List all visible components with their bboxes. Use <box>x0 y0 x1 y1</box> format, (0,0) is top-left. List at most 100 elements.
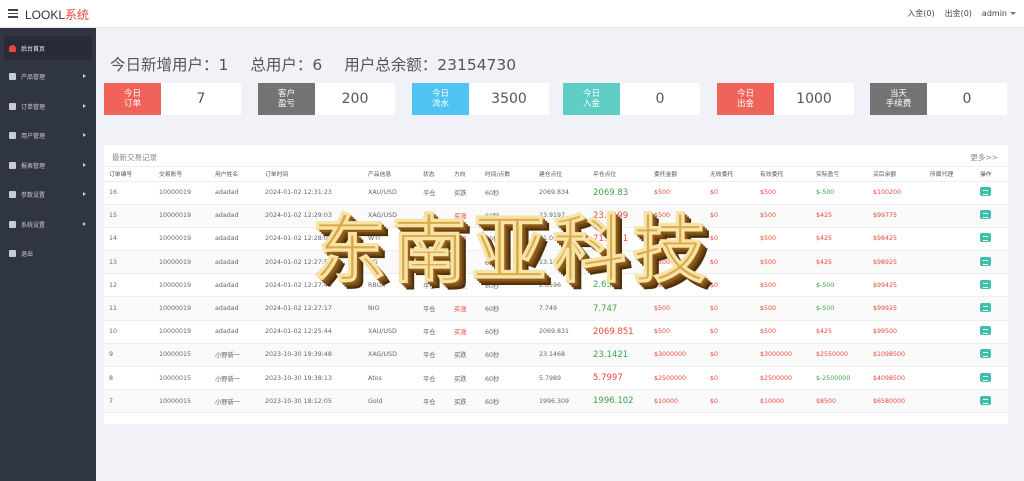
table-cell <box>925 250 975 275</box>
column-header: 交易账号 <box>154 167 210 182</box>
table-cell: 60秒 <box>480 389 534 414</box>
table-cell: 小野新一 <box>210 366 260 391</box>
gears-icon <box>9 220 16 228</box>
stat-card-1: 客户 盈亏 200 <box>258 83 395 115</box>
stat-card-value: 0 <box>962 91 972 107</box>
stat-card-value: 3500 <box>491 91 527 107</box>
table-row: 10 10000019 adadad 2024-01-02 12:25:44 XAU/U… <box>104 320 1008 344</box>
table-cell: 平仓 <box>418 296 449 321</box>
deposit-link[interactable]: 入金(0) <box>907 8 934 19</box>
menu-toggle-icon[interactable] <box>8 9 18 18</box>
view-detail-button[interactable] <box>980 395 991 405</box>
column-header: 方向 <box>449 167 480 182</box>
table-cell <box>925 273 975 298</box>
table-cell <box>925 343 975 368</box>
sidebar-item-5[interactable]: 参数设置 <box>0 180 96 210</box>
table-cell: Gold <box>363 389 418 414</box>
gear-icon <box>9 191 16 199</box>
sidebar-item-4[interactable]: 报表管理 <box>0 151 96 181</box>
column-header: 用户姓名 <box>210 167 260 182</box>
table-cell <box>975 389 1008 414</box>
chevron-right-icon <box>83 103 86 108</box>
table-cell: XAG/USD <box>363 343 418 368</box>
table-cell: $-2500000 <box>811 366 868 391</box>
sidebar-item-6[interactable]: 系统设置 <box>0 210 96 240</box>
panel-header: 最新交易记录 更多>> <box>104 145 1008 167</box>
table-cell: $500 <box>755 296 811 321</box>
stat-card-label: 客户 盈亏 <box>258 83 315 115</box>
table-cell: $2550000 <box>811 343 868 368</box>
stat-card-4: 今日 出金 1000 <box>717 83 854 115</box>
table-cell: 平仓 <box>418 366 449 391</box>
table-cell: $3000000 <box>649 343 705 368</box>
table-cell: 买跌 <box>449 343 480 368</box>
table-cell: 2023-10-30 19:39:48 <box>260 343 363 368</box>
table-header-row: 订单编号 交易账号 用户姓名 订单时间 产品信息 状态 方向 时间/点数 建仓点位 平仓点位 委托金… <box>104 167 1008 182</box>
view-detail-button[interactable] <box>980 233 991 243</box>
column-header: 操作 <box>975 167 1008 182</box>
chevron-right-icon <box>83 221 86 226</box>
table-cell: NIO <box>363 296 418 321</box>
column-header: 产品信息 <box>363 167 418 182</box>
stat-card-label: 今日 入金 <box>563 83 620 115</box>
table-cell: 15 <box>104 204 154 228</box>
new-users-stat: 今日新增用户：1 <box>110 56 229 74</box>
table-cell: 10000019 <box>154 296 210 321</box>
table-cell: 2023-10-30 18:12:05 <box>260 389 363 414</box>
column-header: 实际盈亏 <box>811 167 868 182</box>
chevron-right-icon <box>83 162 86 167</box>
column-header: 买后余额 <box>868 167 925 182</box>
column-header: 所属代理 <box>925 167 975 182</box>
table-cell <box>975 320 1008 344</box>
table-cell <box>975 204 1008 228</box>
sidebar-item-1[interactable]: 产品管理 <box>0 62 96 92</box>
sidebar-item-label: 系统设置 <box>21 221 46 229</box>
sidebar-item-0[interactable]: 后台首页 <box>4 36 92 60</box>
view-detail-button[interactable] <box>980 279 991 289</box>
view-detail-button[interactable] <box>980 187 991 197</box>
table-cell <box>975 227 1008 252</box>
table-cell: 5.7997 <box>588 366 649 391</box>
table-cell: 60秒 <box>480 343 534 368</box>
table-cell: 1996.309 <box>534 389 588 414</box>
table-cell: 8 <box>104 366 154 391</box>
table-cell: 买跌 <box>449 389 480 414</box>
table-cell: 13 <box>104 250 154 275</box>
view-detail-button[interactable] <box>980 303 991 313</box>
table-cell: 小野新一 <box>210 343 260 368</box>
table-cell <box>975 343 1008 368</box>
column-header: 建仓点位 <box>534 167 588 182</box>
table-cell: $-500 <box>811 181 868 205</box>
user-menu[interactable]: admin <box>982 8 1016 19</box>
table-cell: 10000019 <box>154 320 210 344</box>
table-cell: 60秒 <box>480 366 534 391</box>
withdraw-link[interactable]: 出金(0) <box>945 8 972 19</box>
column-header: 无效委托 <box>705 167 755 182</box>
table-cell: $0 <box>705 389 755 414</box>
sidebar-item-2[interactable]: 订单管理 <box>0 92 96 122</box>
stat-card-value: 200 <box>341 91 369 107</box>
watermark: 东南亚科技 <box>192 188 777 294</box>
view-detail-button[interactable] <box>980 256 991 266</box>
table-cell: 7 <box>104 389 154 414</box>
view-detail-button[interactable] <box>980 349 991 359</box>
table-cell: 平仓 <box>418 320 449 344</box>
view-detail-button[interactable] <box>980 210 991 220</box>
table-cell: $2500000 <box>649 366 705 391</box>
view-detail-button[interactable] <box>980 372 991 382</box>
table-cell: $425 <box>811 320 868 344</box>
table-cell <box>925 181 975 205</box>
table-cell: 23.1468 <box>534 343 588 368</box>
brand-name: LOOKL <box>25 8 66 22</box>
table-cell: $425 <box>811 227 868 252</box>
table-cell <box>925 389 975 414</box>
table-cell: $500 <box>755 320 811 344</box>
stat-card-label: 今日 订单 <box>104 83 161 115</box>
sidebar-item-7[interactable]: 退出 <box>0 239 96 269</box>
table-cell <box>975 273 1008 298</box>
sidebar-item-3[interactable]: 用户管理 <box>0 121 96 151</box>
view-detail-button[interactable] <box>980 326 991 336</box>
table-cell <box>975 366 1008 391</box>
table-cell: $100200 <box>868 181 925 205</box>
more-link[interactable]: 更多>> <box>970 152 998 163</box>
